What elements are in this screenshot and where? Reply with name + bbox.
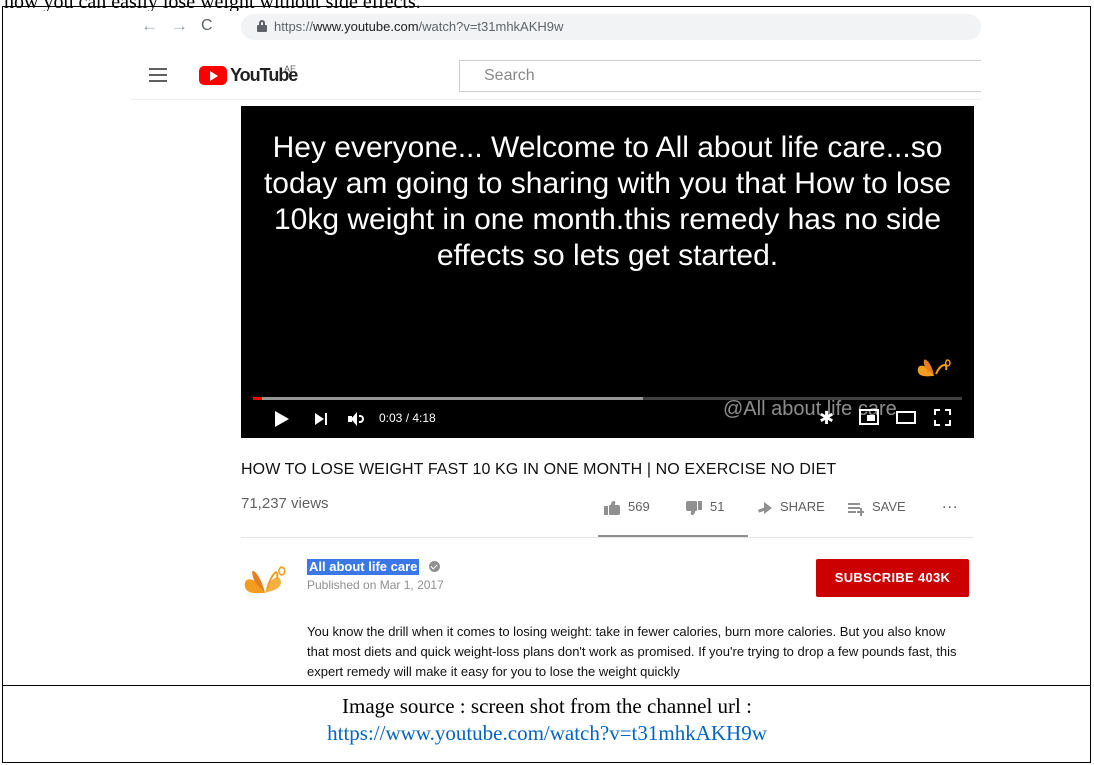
region-code: AE bbox=[284, 64, 297, 74]
fullscreen-icon[interactable] bbox=[934, 409, 951, 426]
more-actions-button[interactable]: ... bbox=[942, 495, 958, 513]
playlist-add-icon bbox=[848, 502, 864, 516]
subscribe-label: SUBSCRIBE bbox=[834, 570, 915, 585]
subscriber-count: 403K bbox=[917, 570, 951, 585]
share-arrow-icon bbox=[757, 501, 772, 514]
dislike-count: 51 bbox=[710, 499, 725, 514]
time-display: 0:03 / 4:18 bbox=[379, 411, 436, 425]
back-arrow-icon[interactable]: ← bbox=[141, 16, 158, 36]
youtube-masthead: YouTube AE bbox=[131, 48, 981, 100]
url-scheme: https:// bbox=[274, 19, 314, 34]
channel-avatar[interactable] bbox=[241, 553, 289, 601]
like-button[interactable]: 569 bbox=[604, 499, 650, 515]
image-source-url[interactable]: https://www.youtube.com/watch?v=t31mhkAK… bbox=[0, 721, 1094, 746]
thumb-down-icon bbox=[686, 500, 702, 515]
video-player[interactable]: Hey everyone... Welcome to All about lif… bbox=[241, 106, 974, 438]
browser-toolbar: ← → C https://www.youtube.com/watch?v=t3… bbox=[131, 12, 981, 44]
url-host: www.youtube.com bbox=[313, 19, 419, 34]
miniplayer-icon[interactable] bbox=[859, 409, 879, 425]
address-url: https://www.youtube.com/watch?v=t31mhkAK… bbox=[274, 19, 563, 34]
play-button[interactable] bbox=[275, 411, 289, 427]
next-button[interactable] bbox=[315, 412, 329, 426]
save-label: SAVE bbox=[872, 499, 906, 514]
verified-icon bbox=[429, 561, 440, 572]
address-bar[interactable]: https://www.youtube.com/watch?v=t31mhkAK… bbox=[241, 14, 981, 40]
progress-bar[interactable] bbox=[253, 397, 962, 400]
image-source-caption: Image source : screen shot from the chan… bbox=[342, 694, 752, 718]
butterfly-logo-icon bbox=[917, 359, 951, 377]
youtube-play-logo-icon bbox=[199, 66, 227, 85]
figure-divider bbox=[2, 685, 1091, 686]
view-count: 71,237 views bbox=[241, 495, 329, 512]
url-path: /watch?v=t31mhkAKH9w bbox=[418, 19, 564, 34]
video-actions: 569 51 SHARE SAVE ... bbox=[598, 492, 974, 537]
channel-name-link[interactable]: All about life care bbox=[307, 559, 420, 575]
share-label: SHARE bbox=[780, 499, 825, 514]
video-description: You know the drill when it comes to losi… bbox=[307, 624, 957, 679]
dislike-button[interactable]: 51 bbox=[686, 499, 724, 515]
save-button[interactable]: SAVE bbox=[848, 499, 906, 516]
reload-icon[interactable]: C bbox=[201, 16, 213, 36]
progress-buffered bbox=[253, 397, 643, 400]
lock-icon bbox=[257, 20, 267, 32]
publish-date: Published on Mar 1, 2017 bbox=[307, 578, 444, 592]
video-caption-text: Hey everyone... Welcome to All about lif… bbox=[263, 131, 952, 272]
video-title: HOW TO LOSE WEIGHT FAST 10 KG IN ONE MON… bbox=[241, 461, 837, 478]
thumb-up-icon bbox=[604, 500, 620, 515]
menu-icon[interactable] bbox=[149, 68, 167, 82]
progress-played bbox=[253, 397, 262, 400]
search-box bbox=[459, 60, 981, 92]
gear-icon[interactable]: ✱ bbox=[819, 408, 834, 428]
volume-icon[interactable] bbox=[348, 411, 366, 427]
search-input[interactable] bbox=[460, 61, 981, 91]
like-count: 569 bbox=[628, 499, 650, 514]
forward-arrow-icon[interactable]: → bbox=[171, 16, 188, 36]
subscribe-button[interactable]: SUBSCRIBE 403K bbox=[816, 559, 969, 597]
section-divider bbox=[241, 537, 974, 538]
theater-mode-icon[interactable] bbox=[896, 411, 916, 424]
share-button[interactable]: SHARE bbox=[757, 499, 825, 514]
